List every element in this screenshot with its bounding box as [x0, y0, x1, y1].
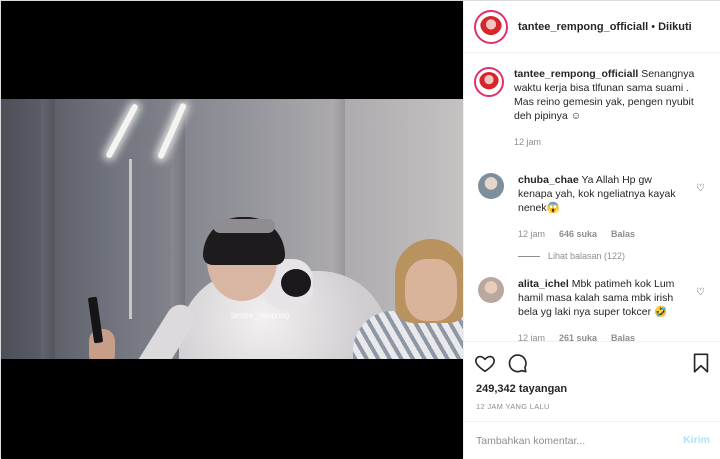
send-button[interactable]: Kirim	[683, 434, 710, 446]
comment-likes[interactable]: 261 suka	[559, 331, 597, 341]
reply-button[interactable]: Balas	[611, 227, 635, 241]
comment-meta: 12 jam 646 suka Balas	[518, 227, 688, 241]
comment-time[interactable]: 12 jam	[518, 227, 545, 241]
view-replies[interactable]: Lihat balasan (122)	[518, 251, 625, 261]
profile-avatar[interactable]	[474, 9, 508, 44]
post-timestamp[interactable]: 12 JAM YANG LALU	[476, 402, 550, 411]
heart-icon[interactable]	[474, 352, 496, 374]
lamp-stand	[129, 159, 132, 319]
post-modal: tantee_rempong tantee_rempong_officiall …	[0, 0, 720, 459]
comment-like-heart-icon[interactable]: ♡	[696, 183, 706, 194]
follow-status[interactable]: Diikuti	[658, 21, 692, 33]
comment-item: chuba_chae Ya Allah Hp gw kenapa yah, ko…	[478, 173, 714, 241]
post-header: tantee_rempong_officiall • Diikuti	[464, 1, 720, 53]
background-curtain	[41, 99, 55, 359]
comment-meta: 12 jam 261 suka Balas	[518, 331, 688, 341]
comment-username[interactable]: alita_ichel	[518, 278, 569, 290]
comment-like-heart-icon[interactable]: ♡	[696, 287, 706, 298]
comment-body: chuba_chae Ya Allah Hp gw kenapa yah, ko…	[518, 173, 688, 241]
bookmark-icon[interactable]	[690, 352, 712, 374]
comment-avatar[interactable]	[478, 173, 504, 199]
comment-username[interactable]: chuba_chae	[518, 174, 579, 186]
reply-button[interactable]: Balas	[611, 331, 635, 341]
comment-avatar[interactable]	[478, 277, 504, 303]
caption-username[interactable]: tantee_rempong_officiall	[514, 68, 638, 80]
header-username[interactable]: tantee_rempong_officiall	[518, 21, 648, 33]
view-count[interactable]: 249,342 tayangan	[476, 383, 567, 395]
caption: tantee_rempong_officiall Senangnya waktu…	[474, 67, 714, 149]
video-figure	[405, 259, 457, 321]
comments-list[interactable]: tantee_rempong_officiall Senangnya waktu…	[464, 53, 720, 341]
header-separator: •	[651, 20, 656, 33]
media-area[interactable]: tantee_rempong	[1, 1, 463, 459]
post-sidebar: tantee_rempong_officiall • Diikuti tante…	[463, 1, 720, 459]
caption-time[interactable]: 12 jam	[514, 135, 714, 149]
video-player[interactable]: tantee_rempong	[1, 99, 463, 359]
comment-input[interactable]	[476, 432, 666, 450]
comment-composer: Kirim	[464, 421, 720, 459]
video-figure	[281, 269, 311, 297]
action-bar	[464, 341, 720, 381]
comment-likes[interactable]: 646 suka	[559, 227, 597, 241]
caption-body: tantee_rempong_officiall Senangnya waktu…	[514, 67, 714, 149]
comment-icon[interactable]	[506, 352, 528, 374]
studio-lamp	[105, 103, 139, 159]
comment-body: alita_ichel Mbk patimeh kok Lum hamil ma…	[518, 277, 688, 341]
caption-avatar[interactable]	[474, 67, 504, 97]
caption-text-2: Mas reino gemesin yak, pengen nyubit deh…	[514, 96, 694, 122]
view-replies-label[interactable]: Lihat balasan (122)	[548, 251, 625, 261]
video-watermark: tantee_rempong	[231, 311, 290, 320]
view-count-label: tayangan	[518, 383, 568, 395]
replies-line	[518, 255, 540, 257]
comment-time[interactable]: 12 jam	[518, 331, 545, 341]
view-count-number: 249,342	[476, 383, 516, 395]
video-figure	[213, 219, 275, 233]
comment-item: alita_ichel Mbk patimeh kok Lum hamil ma…	[478, 277, 714, 341]
